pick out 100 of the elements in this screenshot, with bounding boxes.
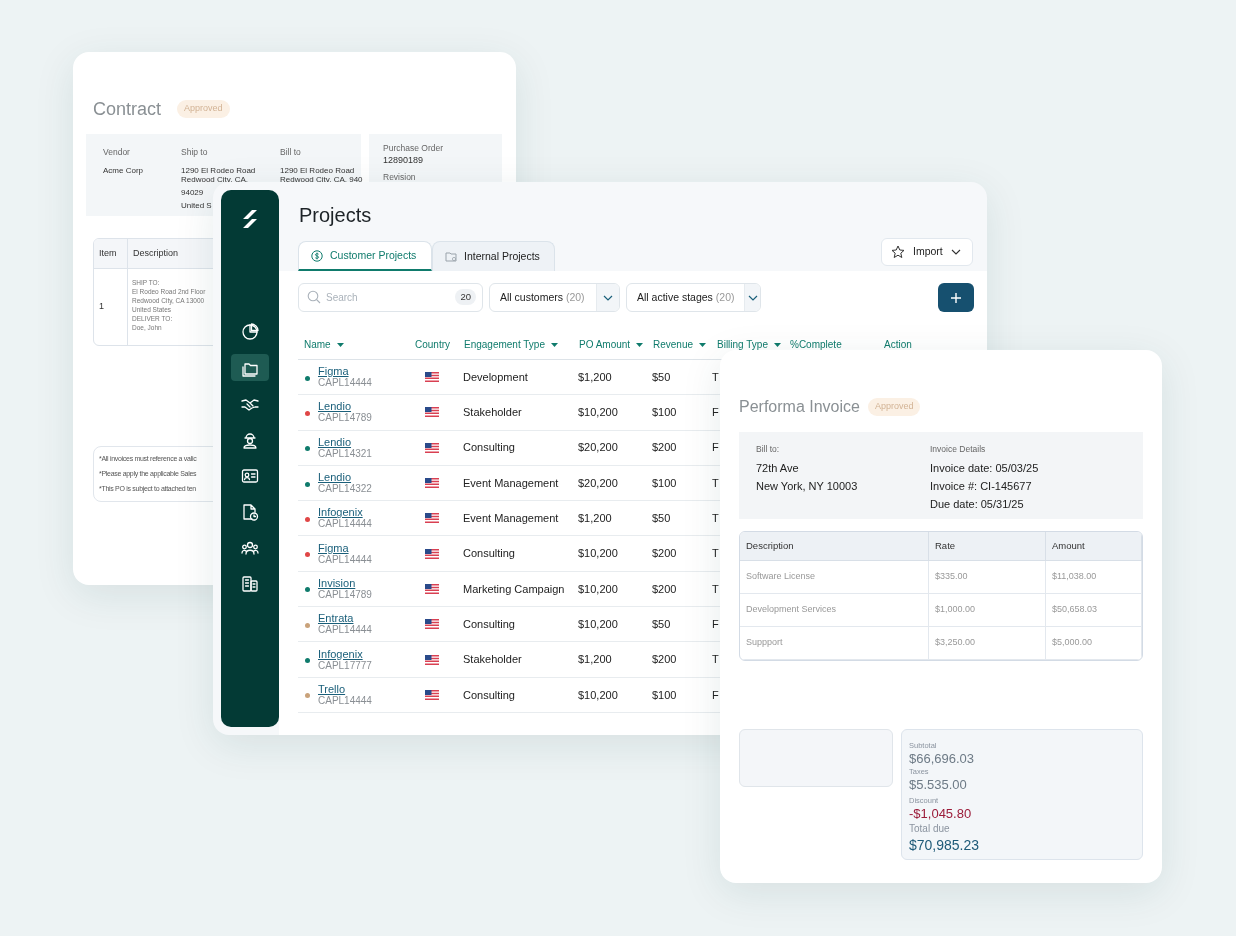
table-cell-text: Event Management xyxy=(463,511,559,527)
table-cell-text: $20,200 xyxy=(578,440,618,456)
table-cell: $1,000.00 xyxy=(935,603,976,617)
table-cell: $11,038.00 xyxy=(1052,570,1097,584)
table-cell-text: Consulting xyxy=(463,616,515,632)
table-cell-text: $50 xyxy=(652,369,671,385)
building-icon xyxy=(241,574,259,593)
table-cell-text: Stakeholder xyxy=(463,652,522,668)
table-cell-text: $50 xyxy=(652,616,671,632)
table-cell: $335.00 xyxy=(935,570,968,584)
column-header[interactable]: Country xyxy=(415,339,450,351)
project-code: CAPL14444 xyxy=(318,624,372,637)
field-value: Invoice #: CI-145677 xyxy=(930,479,1033,494)
dollar-icon xyxy=(311,249,323,262)
filter-dropdown[interactable]: All active stages (20) xyxy=(626,283,761,312)
column-header[interactable]: Revenue xyxy=(653,339,694,351)
table-cell-text: T xyxy=(712,369,719,385)
column-header: Amount xyxy=(1046,532,1142,561)
table-cell-text: $100 xyxy=(652,475,677,491)
status-badge: Approved xyxy=(867,398,921,416)
document-clock-icon xyxy=(241,502,259,521)
field-label: Ship to xyxy=(181,146,209,158)
plus-icon xyxy=(950,291,962,304)
table-cell: Software License xyxy=(746,570,816,584)
field-label: Purchase Order xyxy=(383,142,444,154)
flag-icon xyxy=(425,654,439,665)
column-header: Description xyxy=(132,246,179,260)
column-header[interactable]: Action xyxy=(884,339,912,351)
total-label: Total due xyxy=(909,822,951,835)
table-cell-text: $1,200 xyxy=(578,652,612,668)
table-cell-text: F xyxy=(712,616,719,632)
flag-icon xyxy=(425,619,439,630)
table-cell-text: $1,200 xyxy=(578,511,612,527)
column-header[interactable]: Engagement Type xyxy=(464,339,545,351)
table-cell-text: Development xyxy=(463,369,528,385)
table-cell: Development Services xyxy=(746,603,837,617)
project-link[interactable]: Lendio xyxy=(318,400,372,413)
field-value: United S xyxy=(181,201,213,210)
project-link[interactable]: Figma xyxy=(318,541,372,554)
table-cell-text: $10,200 xyxy=(578,546,618,562)
table-cell-text: Consulting xyxy=(463,687,515,703)
contract-title: Contract xyxy=(93,98,162,120)
field-label: Bill to: xyxy=(756,443,781,455)
table-cell: $3,250.00 xyxy=(935,636,976,650)
sidebar-item[interactable] xyxy=(231,354,269,381)
flag-icon xyxy=(425,372,439,383)
tab[interactable]: Internal Projects xyxy=(432,241,555,271)
table-cell-text: Stakeholder xyxy=(463,405,522,421)
column-header[interactable]: %Complete xyxy=(790,339,842,351)
field-value: 1290 El Rodeo Road xyxy=(181,166,257,175)
field-value: Acme Corp xyxy=(103,166,144,175)
table-cell-text: $20,200 xyxy=(578,475,618,491)
import-button[interactable]: Import xyxy=(881,238,973,266)
table-cell-text: T xyxy=(712,581,719,597)
column-header[interactable]: PO Amount xyxy=(579,339,631,351)
table-cell-text: $200 xyxy=(652,546,677,562)
field-value: Due date: 05/31/25 xyxy=(930,497,1025,512)
field-label: Vendor xyxy=(103,146,131,158)
table-cell-text: Event Management xyxy=(463,475,559,491)
table-cell-text: F xyxy=(712,405,719,421)
table-cell-text: $200 xyxy=(652,652,677,668)
project-link[interactable]: Entrata xyxy=(318,612,372,625)
field-value: New York, NY 10003 xyxy=(756,479,859,494)
table-cell-text: $10,200 xyxy=(578,581,618,597)
column-header[interactable]: Billing Type xyxy=(717,339,768,351)
table-cell-text: F xyxy=(712,687,719,703)
add-button[interactable] xyxy=(938,283,974,312)
project-code: CAPL14444 xyxy=(318,518,372,531)
project-code: CAPL14322 xyxy=(318,483,372,496)
table-cell-text: F xyxy=(712,440,719,456)
field-value: 1290 El Rodeo Road xyxy=(280,166,356,175)
table-cell-text: $100 xyxy=(652,405,677,421)
column-header[interactable]: Name xyxy=(304,339,331,351)
field-value: Redwood City, CA, xyxy=(181,175,249,184)
id-card-icon xyxy=(241,466,259,485)
flag-icon xyxy=(425,478,439,489)
pie-chart-icon xyxy=(241,322,259,341)
tab[interactable]: Customer Projects xyxy=(298,241,432,271)
project-link[interactable]: Lendio xyxy=(318,471,372,484)
total-value: -$1,045.80 xyxy=(909,806,973,822)
project-link[interactable]: Invision xyxy=(318,576,372,589)
table-cell: $50,658.03 xyxy=(1052,603,1098,617)
project-link[interactable]: Lendio xyxy=(318,435,372,448)
flag-icon xyxy=(425,548,439,559)
search-icon xyxy=(307,290,321,304)
flag-icon xyxy=(425,442,439,453)
page-title: Projects xyxy=(298,203,373,228)
project-link[interactable]: Infogenix xyxy=(318,506,372,519)
project-link[interactable]: Trello xyxy=(318,682,372,695)
table-cell-text: $10,200 xyxy=(578,405,618,421)
flag-icon xyxy=(425,513,439,524)
project-link[interactable]: Infogenix xyxy=(318,647,372,660)
flag-icon xyxy=(425,583,439,594)
project-code: CAPL14789 xyxy=(318,412,372,425)
table-cell-text: T xyxy=(712,511,719,527)
filter-dropdown[interactable]: All customers (20) xyxy=(489,283,620,312)
folder-icon xyxy=(445,251,457,262)
project-link[interactable]: Figma xyxy=(318,365,372,378)
flag-icon xyxy=(425,689,439,700)
table-cell-text: $100 xyxy=(652,687,677,703)
